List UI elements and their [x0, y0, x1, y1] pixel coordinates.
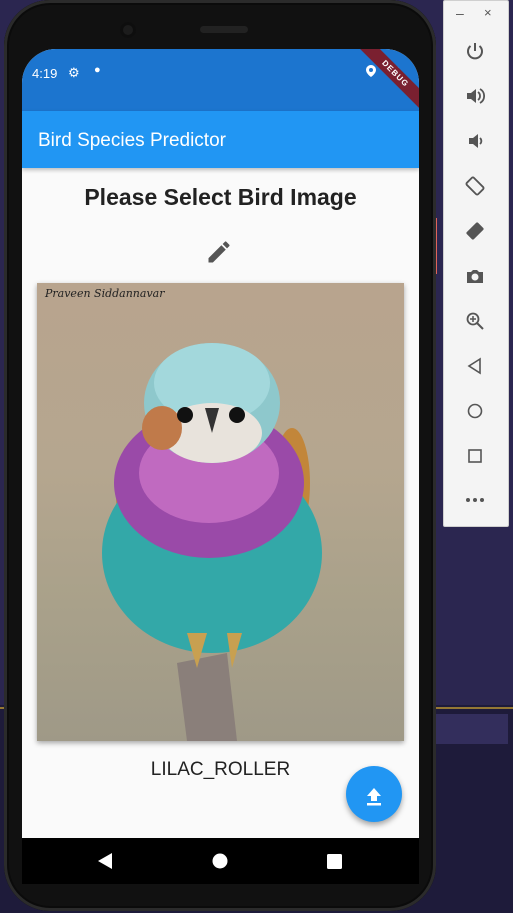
back-icon[interactable] — [96, 852, 114, 870]
more-button[interactable] — [460, 485, 490, 515]
home-icon[interactable] — [212, 853, 228, 869]
front-camera — [120, 22, 136, 38]
recents-icon[interactable] — [327, 854, 342, 869]
rotate-left-icon — [465, 176, 485, 196]
bird-illustration — [102, 343, 322, 741]
app-title: Bird Species Predictor — [38, 130, 226, 151]
home-button[interactable] — [460, 396, 490, 426]
settings-icon: ⚙ — [68, 65, 80, 80]
bird-image: Praveen Siddannavar — [37, 283, 404, 741]
rotate-right-icon — [466, 222, 484, 240]
volume-up-icon — [467, 88, 485, 104]
close-button[interactable]: × — [484, 5, 492, 20]
rotate-left-button[interactable] — [460, 171, 490, 201]
debug-banner: DEBUG — [354, 49, 419, 115]
back-triangle-icon — [467, 357, 481, 375]
status-bar: 4:19 ⚙ ● DEBUG — [22, 49, 419, 115]
edit-button[interactable] — [205, 238, 233, 266]
phone-frame: 4:19 ⚙ ● DEBUG Bird Species Predictor Pl… — [4, 0, 436, 911]
page-heading: Please Select Bird Image — [84, 184, 357, 210]
phone-screen: 4:19 ⚙ ● DEBUG Bird Species Predictor Pl… — [22, 49, 419, 884]
volume-down-button[interactable] — [460, 126, 490, 156]
minimize-button[interactable]: – — [456, 5, 464, 21]
screenshot-button[interactable] — [460, 261, 490, 291]
earpiece-speaker — [200, 26, 248, 33]
power-icon — [467, 43, 483, 60]
more-icon — [466, 498, 484, 502]
volume-up-button[interactable] — [460, 81, 490, 111]
nav-bar — [22, 838, 419, 884]
emulator-toolbar: – × — [443, 0, 509, 527]
back-button[interactable] — [460, 351, 490, 381]
zoom-button[interactable] — [460, 306, 490, 336]
status-time: 4:19 — [32, 66, 58, 81]
notification-dot-icon: ● — [94, 64, 101, 76]
upload-icon — [367, 788, 381, 806]
overview-button[interactable] — [460, 441, 490, 471]
home-circle-icon — [467, 403, 483, 419]
rotate-right-button[interactable] — [460, 216, 490, 246]
power-button[interactable] — [460, 36, 490, 66]
app-bar: Bird Species Predictor — [22, 111, 419, 168]
ide-panel — [432, 714, 508, 744]
zoom-icon — [466, 312, 484, 330]
camera-icon — [467, 270, 483, 283]
pencil-icon — [208, 241, 230, 263]
upload-button[interactable] — [346, 766, 402, 822]
location-icon — [365, 65, 376, 77]
overview-square-icon — [468, 449, 482, 463]
volume-down-icon — [469, 134, 483, 148]
